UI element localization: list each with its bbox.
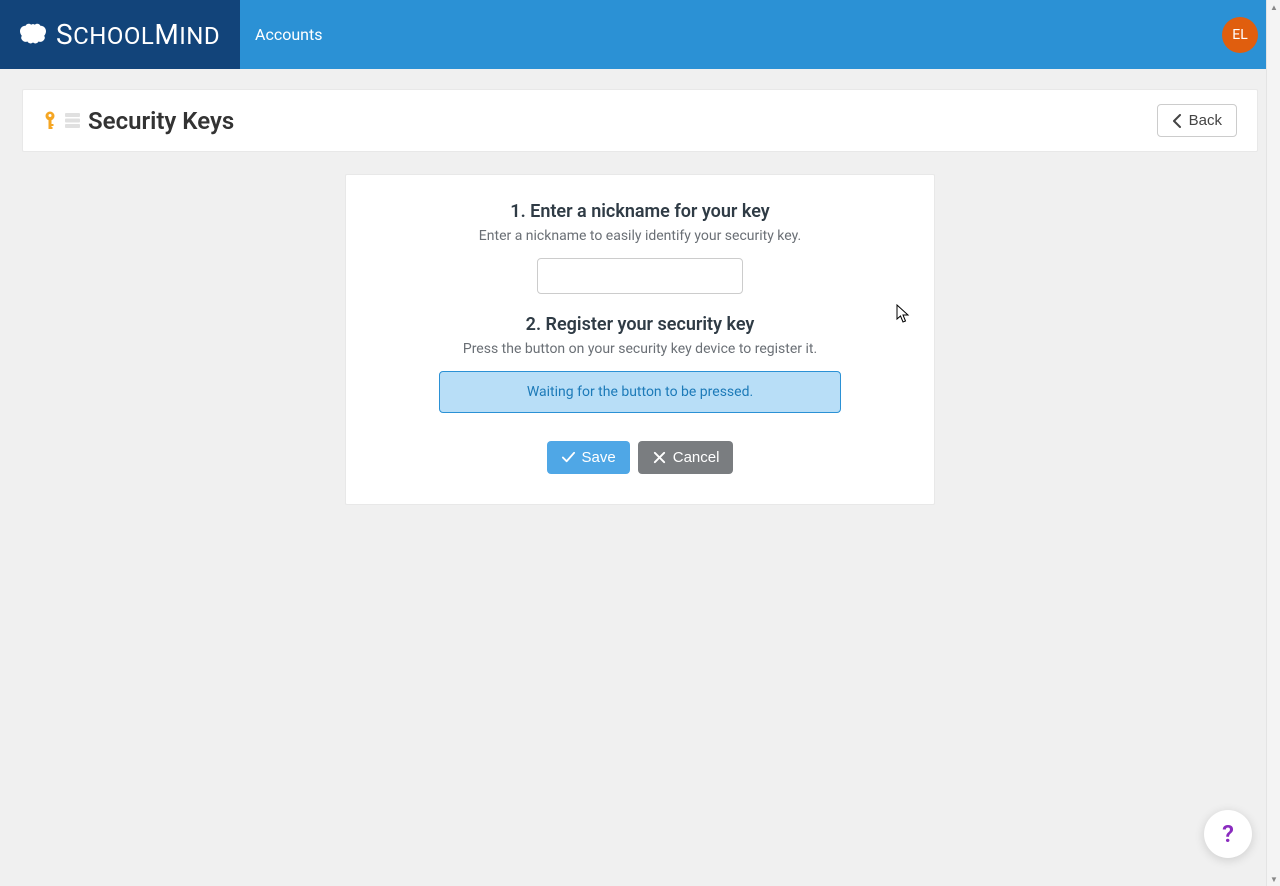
nav-accounts[interactable]: Accounts [255,25,322,44]
brand-logo[interactable]: SCHOOLMIND [0,0,240,69]
scroll-down-icon[interactable]: ▼ [1267,872,1280,886]
page-title-group: Security Keys [43,107,234,135]
cancel-button[interactable]: Cancel [638,441,734,474]
scrollbar[interactable]: ▲ ▼ [1266,0,1280,886]
step2-heading: 2. Register your security key [374,314,906,335]
help-button[interactable]: ? [1204,810,1252,858]
save-label: Save [582,449,616,466]
check-icon [561,450,576,465]
user-avatar[interactable]: EL [1222,17,1258,53]
form-actions: Save Cancel [374,441,906,474]
close-icon [652,450,667,465]
page-header-bar: Security Keys Back [22,89,1258,152]
step1-heading: 1. Enter a nickname for your key [374,201,906,222]
scroll-up-icon[interactable]: ▲ [1267,0,1280,14]
top-nav: Accounts [240,0,1222,69]
save-button[interactable]: Save [547,441,630,474]
brand-name: SCHOOLMIND [56,18,220,51]
back-button[interactable]: Back [1157,104,1237,137]
brain-icon [18,22,48,48]
page-content: Security Keys Back 1. Enter a nickname f… [0,69,1280,525]
list-icon [65,113,80,128]
nickname-input[interactable] [537,258,743,294]
page-title: Security Keys [88,107,234,135]
security-key-form: 1. Enter a nickname for your key Enter a… [345,174,935,505]
step1-description: Enter a nickname to easily identify your… [374,228,906,244]
key-icon [43,111,57,131]
step2-description: Press the button on your security key de… [374,341,906,357]
back-label: Back [1189,112,1222,129]
chevron-left-icon [1172,114,1182,128]
status-banner: Waiting for the button to be pressed. [439,371,841,413]
cancel-label: Cancel [673,449,720,466]
app-header: SCHOOLMIND Accounts EL [0,0,1280,69]
